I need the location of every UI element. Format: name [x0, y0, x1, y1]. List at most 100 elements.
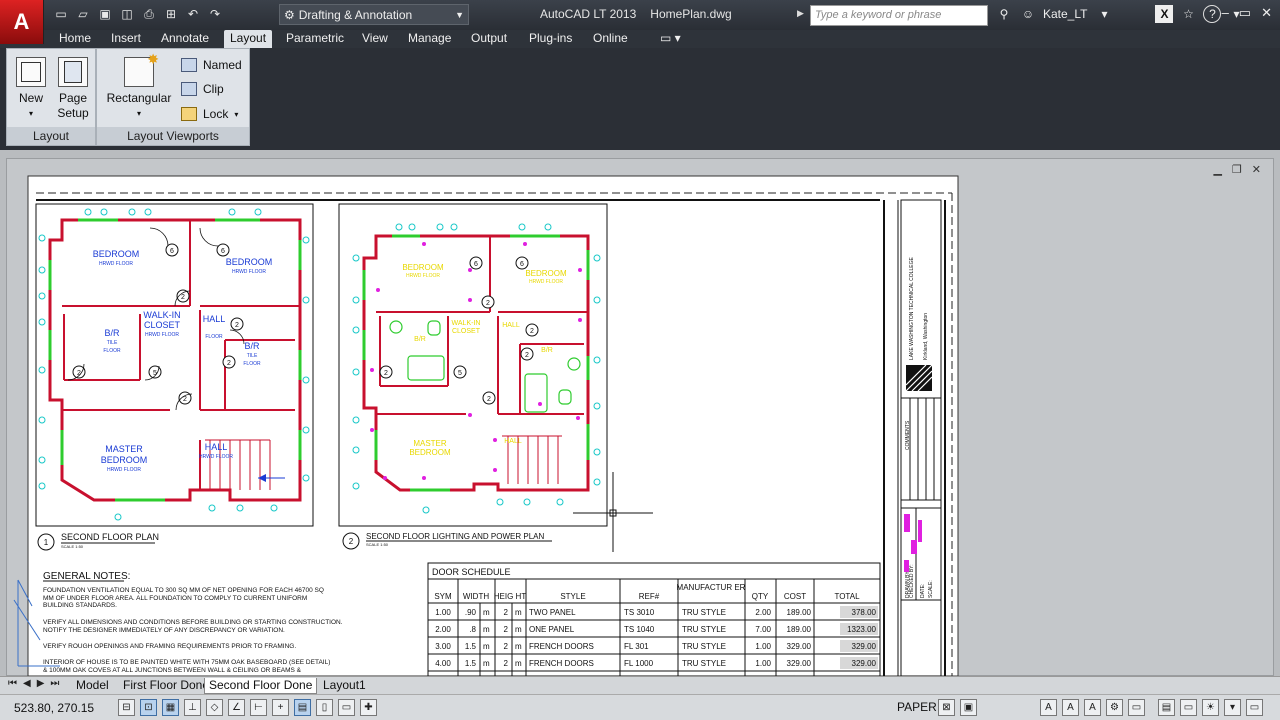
- table-cell: 1323.00: [847, 625, 876, 634]
- table-cell: 2.00: [755, 608, 771, 617]
- table-cell: m: [515, 608, 522, 617]
- table-cell: ONE PANEL: [529, 625, 575, 634]
- room-label: MASTER: [413, 439, 447, 448]
- svg-text:2: 2: [487, 396, 491, 403]
- dynamic-input-icon[interactable]: +: [272, 699, 289, 716]
- first-tab-icon[interactable]: ⏮: [8, 678, 17, 689]
- lineweight-icon[interactable]: ▤: [294, 699, 311, 716]
- room-label: B/R: [541, 347, 553, 354]
- quick-properties-icon[interactable]: ▭: [338, 699, 355, 716]
- application-menu-button[interactable]: A: [0, 0, 44, 44]
- table-cell: 2: [504, 659, 509, 668]
- svg-text:NOTIFY THE DESIGNER IMMEDIATEL: NOTIFY THE DESIGNER IMMEDIATELY OF ANY D…: [43, 627, 285, 634]
- svg-text:HRWD FLOOR: HRWD FLOOR: [145, 332, 179, 338]
- annotation-scale-icon[interactable]: A: [1040, 699, 1057, 716]
- infer-constraints-icon[interactable]: ⊟: [118, 699, 135, 716]
- layout-tab-second-floor-done[interactable]: Second Floor Done: [204, 678, 318, 694]
- table-cell: m: [483, 659, 490, 668]
- lock-icon[interactable]: ▤: [1158, 699, 1175, 716]
- paper-space-toggle[interactable]: PAPER: [897, 700, 937, 714]
- ortho-mode-icon[interactable]: ⊥: [184, 699, 201, 716]
- table-cell: 1.00: [755, 659, 771, 668]
- auto-scale-icon[interactable]: A: [1084, 699, 1101, 716]
- table-cell: FRENCH DOORS: [529, 659, 594, 668]
- last-tab-icon[interactable]: ⏭: [50, 678, 59, 689]
- object-snap-tracking-icon[interactable]: ⊢: [250, 699, 267, 716]
- room-label: WALK-IN: [452, 320, 481, 327]
- layout-sheet[interactable]: 6 6 2 2 2 2 5 2 BEDROOM HRWD FLOOR BEDROOM HRWD…: [0, 0, 1280, 676]
- svg-text:REF#: REF#: [639, 592, 660, 601]
- notes-heading: GENERAL NOTES:: [43, 571, 130, 582]
- previous-tab-icon[interactable]: ◀: [23, 678, 31, 689]
- table-cell: 1.5: [465, 642, 477, 651]
- coordinates-readout[interactable]: 523.80, 270.15: [14, 701, 94, 715]
- table-cell: TRU STYLE: [682, 625, 726, 634]
- svg-text:INTERIOR OF HOUSE IS TO BE PAI: INTERIOR OF HOUSE IS TO BE PAINTED WHITE…: [43, 659, 330, 666]
- table-cell: FRENCH DOORS: [529, 642, 594, 651]
- svg-text:2: 2: [181, 294, 185, 301]
- toolbar-lock-icon[interactable]: ▭: [1128, 699, 1145, 716]
- table-cell: 189.00: [787, 625, 812, 634]
- svg-text:& 100MM OAK COVES AT ALL JUNCT: & 100MM OAK COVES AT ALL JUNCTIONS BETWE…: [43, 667, 302, 674]
- svg-text:BUILDING STANDARDS.: BUILDING STANDARDS.: [43, 602, 117, 609]
- svg-text:TILE: TILE: [107, 340, 118, 346]
- svg-text:HRWD FLOOR: HRWD FLOOR: [99, 261, 133, 267]
- table-cell: .90: [465, 608, 477, 617]
- room-label: HALL: [205, 442, 228, 452]
- svg-text:FLOOR: FLOOR: [243, 361, 261, 367]
- next-tab-icon[interactable]: ▶: [37, 678, 45, 689]
- room-label: B/R: [104, 328, 120, 338]
- svg-text:COMMENTS: COMMENTS: [905, 420, 911, 450]
- layout-tab-first-floor-done[interactable]: First Floor Done: [119, 678, 213, 693]
- status-bar: 523.80, 270.15 ⊟ ⊡ ▦ ⊥ ◇ ∠ ⊢ + ▤ ▯ ▭ ✚ P…: [0, 694, 1280, 720]
- general-notes: GENERAL NOTES: FOUNDATION VENTILATION EQ…: [43, 571, 343, 674]
- svg-text:SYM: SYM: [434, 592, 452, 601]
- table-cell: 2: [504, 642, 509, 651]
- layout-tab-layout1[interactable]: Layout1: [319, 678, 370, 693]
- isolate-objects-icon[interactable]: ☀: [1202, 699, 1219, 716]
- svg-text:VERIFY ROUGH OPENINGS AND FRAM: VERIFY ROUGH OPENINGS AND FRAMING REQUIR…: [43, 643, 296, 650]
- transparency-icon[interactable]: ▯: [316, 699, 333, 716]
- quick-view-layouts-icon[interactable]: ⊠: [938, 699, 955, 716]
- svg-text:MM OF UNDER FLOOR AREA. ALL FO: MM OF UNDER FLOOR AREA. ALL FOUNDATION T…: [43, 595, 307, 602]
- quick-view-drawings-icon[interactable]: ▣: [960, 699, 977, 716]
- table-cell: TS 1040: [624, 625, 655, 634]
- svg-text:DATE:: DATE:: [920, 584, 926, 598]
- table-cell: m: [483, 625, 490, 634]
- table-cell: 3.00: [435, 642, 451, 651]
- snap-mode-icon[interactable]: ⊡: [140, 699, 157, 716]
- hardware-acceleration-icon[interactable]: ▭: [1180, 699, 1197, 716]
- plan-title-2: SECOND FLOOR LIGHTING AND POWER PLAN: [366, 532, 544, 541]
- annotation-visibility-icon[interactable]: A: [1062, 699, 1079, 716]
- table-cell: m: [515, 642, 522, 651]
- svg-text:6: 6: [221, 248, 225, 255]
- svg-text:SCALE 1:50: SCALE 1:50: [366, 542, 389, 547]
- table-cell: 2.00: [435, 625, 451, 634]
- selection-cycling-icon[interactable]: ✚: [360, 699, 377, 716]
- svg-text:SCALE 1:50: SCALE 1:50: [61, 544, 84, 549]
- svg-text:SCALE:: SCALE:: [928, 580, 934, 598]
- svg-text:2: 2: [530, 328, 534, 335]
- table-cell: 189.00: [787, 608, 812, 617]
- grid-display-icon[interactable]: ▦: [162, 699, 179, 716]
- svg-text:Kirkland, Washington: Kirkland, Washington: [923, 313, 929, 360]
- table-cell: TRU STYLE: [682, 608, 726, 617]
- table-cell: 1.5: [465, 659, 477, 668]
- svg-text:BEDROOM: BEDROOM: [101, 455, 148, 465]
- svg-text:COST: COST: [784, 592, 806, 601]
- table-cell: 378.00: [852, 608, 877, 617]
- table-cell: 329.00: [852, 642, 877, 651]
- room-label: BEDROOM: [402, 263, 444, 272]
- layout-tab-model[interactable]: Model: [72, 678, 113, 693]
- status-menu-icon[interactable]: ▾: [1224, 699, 1241, 716]
- plan-number: 1: [44, 538, 49, 547]
- object-snap-icon[interactable]: ∠: [228, 699, 245, 716]
- polar-tracking-icon[interactable]: ◇: [206, 699, 223, 716]
- svg-text:HRWD FLOOR: HRWD FLOOR: [406, 273, 440, 279]
- clean-screen-icon[interactable]: ▭: [1246, 699, 1263, 716]
- workspace-switching-icon[interactable]: ⚙: [1106, 699, 1123, 716]
- svg-text:WIDTH: WIDTH: [463, 592, 489, 601]
- svg-text:HRWD FLOOR: HRWD FLOOR: [107, 467, 141, 473]
- svg-text:HRWD FLOOR: HRWD FLOOR: [529, 279, 563, 285]
- svg-text:VERIFY ALL DIMENSIONS AND COND: VERIFY ALL DIMENSIONS AND CONDITIONS BEF…: [43, 619, 343, 626]
